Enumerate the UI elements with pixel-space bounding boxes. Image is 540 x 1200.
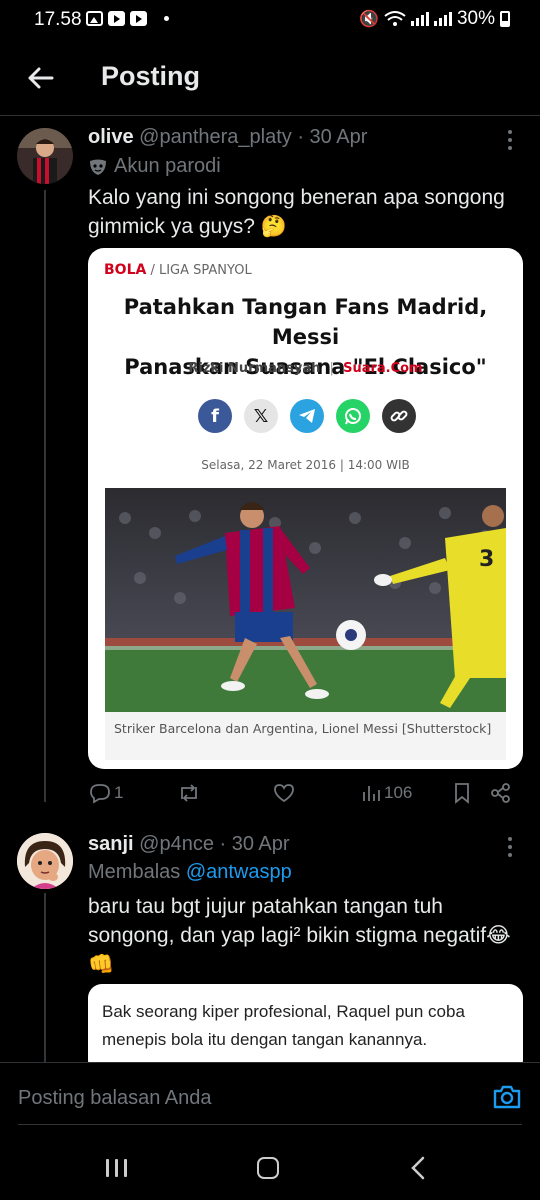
reply-input[interactable]: Posting balasan Anda (18, 1087, 212, 1110)
retweet-button[interactable] (176, 782, 202, 804)
thread-line (44, 893, 46, 1063)
signal-icon (410, 12, 429, 26)
article-site: Suara.Com (343, 361, 423, 376)
user-handle[interactable]: @p4nce (139, 833, 214, 855)
reply-divider (18, 1124, 522, 1125)
breadcrumb: BOLA / LIGA SPANYOL (104, 262, 252, 278)
views-icon (363, 786, 380, 801)
telegram-icon (290, 399, 324, 433)
youtube-icon (130, 11, 147, 26)
mute-icon: 🔇 (359, 11, 379, 28)
battery-icon (500, 11, 510, 27)
camera-icon (493, 1085, 521, 1109)
display-name[interactable]: olive (88, 126, 134, 148)
avatar[interactable] (17, 128, 73, 184)
views-count: 106 (384, 783, 413, 802)
status-bar: 17.58 🔇 30% (0, 0, 540, 40)
byline-separator: | (329, 361, 334, 376)
avatar[interactable] (17, 833, 73, 889)
facebook-icon: f (198, 399, 232, 433)
article-photo: 3 (105, 488, 506, 712)
user-handle[interactable]: @panthera_platy (139, 126, 292, 148)
camera-button[interactable] (492, 1083, 522, 1111)
share-icon (491, 783, 510, 803)
whatsapp-icon (336, 399, 370, 433)
tweet-actions: 1 106 (88, 782, 518, 810)
tweet-text: baru tau bgt jujur patahkan tangan tuh s… (88, 895, 511, 976)
parody-text: Akun parodi (114, 155, 221, 177)
chevron-left-icon (411, 1156, 425, 1180)
more-dots-icon (508, 130, 512, 134)
more-notifications-icon (164, 16, 169, 21)
more-options-button[interactable] (500, 835, 520, 859)
recent-apps-button[interactable] (106, 1159, 127, 1177)
article-date: Selasa, 22 Maret 2016 | 14:00 WIB (201, 458, 410, 472)
replying-to: Membalas @antwaspp (88, 861, 292, 884)
views-button[interactable]: 106 (360, 782, 412, 804)
wifi-icon (384, 11, 406, 27)
tweet-date[interactable]: · 30 Apr (220, 833, 290, 855)
svg-text:3: 3 (479, 547, 494, 572)
app-header: Posting (0, 40, 540, 116)
reply-bar: Posting balasan Anda (0, 1062, 540, 1132)
thread-line (44, 190, 46, 802)
reply-prefix: Membalas (88, 861, 181, 883)
tweet-header: sanji @p4nce · 30 Apr (88, 833, 290, 856)
breadcrumb-subsection: / LIGA SPANYOL (150, 263, 252, 278)
system-nav-bar (0, 1132, 540, 1200)
heart-icon (274, 784, 294, 803)
photo-caption: Striker Barcelona dan Argentina, Lionel … (105, 712, 506, 760)
tweet-date[interactable]: · 30 Apr (297, 126, 367, 148)
reply-count: 1 (114, 783, 124, 802)
parody-label: Akun parodi (88, 155, 221, 178)
signal-icon (433, 12, 452, 26)
status-time: 17.58 (34, 9, 82, 30)
article-card[interactable]: BOLA / LIGA SPANYOL Patahkan Tangan Fans… (88, 248, 523, 769)
reply-button[interactable]: 1 (88, 782, 123, 804)
more-options-button[interactable] (500, 128, 520, 152)
system-icons: 🔇 30% (359, 8, 510, 30)
back-button[interactable] (22, 60, 58, 96)
article-author: Rizki Nurmansyah (188, 361, 321, 376)
retweet-icon (181, 784, 197, 802)
arrow-left-icon (28, 67, 54, 89)
link-icon (382, 399, 416, 433)
tweet-header: olive @panthera_platy · 30 Apr (88, 126, 367, 149)
system-back-button[interactable] (410, 1156, 426, 1185)
quoted-image-text[interactable]: Bak seorang kiper profesional, Raquel pu… (88, 984, 523, 1074)
like-button[interactable] (272, 782, 296, 804)
share-button[interactable] (490, 782, 512, 804)
reply-icon (90, 784, 110, 804)
reply-mention-link[interactable]: @antwaspp (186, 861, 292, 883)
battery-percent: 30% (456, 8, 495, 29)
share-buttons: f 𝕏 (198, 399, 416, 433)
headline-line-1: Patahkan Tangan Fans Madrid, Messi (123, 295, 488, 349)
youtube-icon (108, 11, 125, 26)
display-name[interactable]: sanji (88, 833, 134, 855)
page-title: Posting (101, 61, 200, 91)
more-dots-icon (508, 837, 512, 841)
bookmark-button[interactable] (452, 782, 472, 804)
article-byline: Rizki Nurmansyah | Suara.Com (88, 361, 523, 376)
home-button[interactable] (257, 1157, 279, 1179)
breadcrumb-section: BOLA (104, 262, 147, 278)
mask-icon (90, 159, 106, 175)
tweet-text: Kalo yang ini songong beneran apa songon… (88, 186, 505, 238)
bookmark-icon (455, 783, 469, 804)
gallery-icon (86, 11, 103, 26)
x-icon: 𝕏 (244, 399, 278, 433)
notification-icons (86, 11, 169, 26)
quoted-text: Bak seorang kiper profesional, Raquel pu… (102, 1002, 465, 1049)
